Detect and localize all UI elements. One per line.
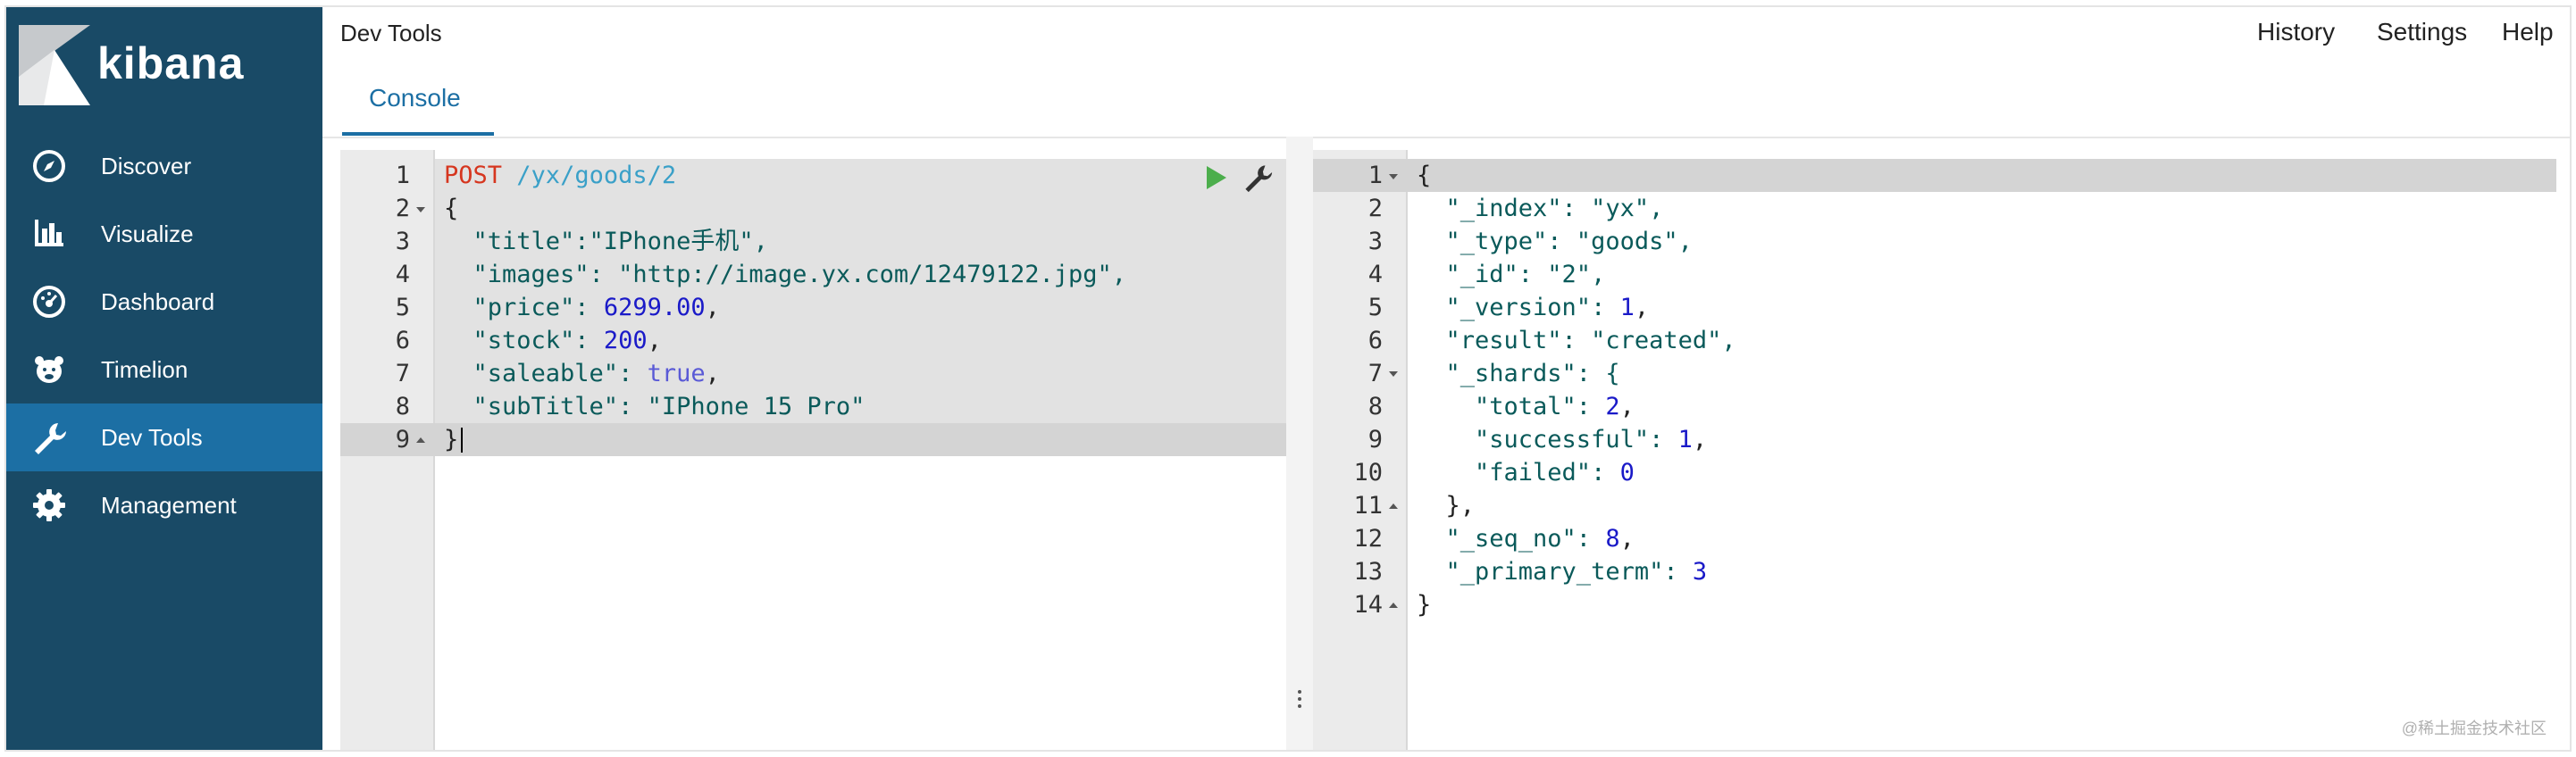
line-number: 11 [1353,492,1383,520]
request-path: /yx/goods/2 [516,162,677,189]
code-line: "stock": 200, [444,327,662,354]
gear-icon [33,489,65,521]
line-number: 12 [1353,525,1383,553]
sidebar-item-label: Timelion [101,355,188,383]
line-number: 6 [395,327,410,354]
help-link[interactable]: Help [2502,18,2554,46]
sidebar-item-label: Dev Tools [101,423,203,451]
sidebar-item-label: Visualize [101,220,194,247]
fold-down-icon[interactable] [1388,172,1399,181]
code-line: }, [1417,492,1476,520]
request-line: POST /yx/goods/2 [444,159,676,192]
line-number: 5 [1367,294,1383,321]
sidebar-item-label: Dashboard [101,287,215,315]
line-number: 1 [395,162,410,189]
code-line: "_primary_term": 3 [1417,558,1708,586]
code-line: "_seq_no": 8, [1417,525,1635,553]
line-number: 8 [395,393,410,420]
code-line: "_id": "2", [1417,261,1606,288]
history-link[interactable]: History [2257,18,2335,46]
bar-chart-icon [35,220,63,246]
line-number: 3 [1367,228,1383,255]
sidebar-item-visualize[interactable]: Visualize [6,200,322,268]
bear-icon [35,356,63,383]
line-number: 8 [1367,393,1383,420]
sidebar-item-label: Discover [101,152,192,179]
line-number: 4 [1367,261,1383,288]
code-line: "_index": "yx", [1417,195,1664,222]
code-line: "_type": "goods", [1417,228,1693,255]
line-number: 13 [1353,558,1383,586]
line-number: 2 [395,195,410,222]
sidebar: kibana Discover Visualize Dashboard Time… [6,7,322,750]
sidebar-item-management[interactable]: Management [6,471,322,539]
line-number: 7 [1367,360,1383,387]
compass-icon [33,150,65,182]
code-line: "successful": 1, [1417,426,1708,453]
fold-down-icon[interactable] [415,205,426,214]
response-viewer[interactable]: 1 2 3 4 5 6 7 8 9 10 11 12 13 14 { "_ind… [1313,150,2563,750]
code-line: "result": "created", [1417,327,1736,354]
code-line: "title":"IPhone手机", [444,228,768,255]
code-line: "failed": 0 [1417,459,1635,487]
http-method: POST [444,162,503,189]
active-line-highlight [340,423,1287,456]
sidebar-item-dashboard[interactable]: Dashboard [6,268,322,336]
tab-label: Console [369,84,461,112]
code-line: { [444,195,459,222]
brand-name[interactable]: kibana [97,37,244,89]
code-line: } [1417,591,1432,619]
line-number: 1 [1367,162,1383,189]
active-line-highlight [1313,159,2556,192]
dashboard-icon [33,286,65,318]
app-window: kibana Discover Visualize Dashboard Time… [4,5,2572,752]
kibana-logo-icon[interactable] [19,25,90,105]
top-header: Dev Tools History Settings Help Console [322,7,2570,138]
pane-resizer[interactable] [1286,137,1313,750]
sidebar-item-dev-tools[interactable]: Dev Tools [6,403,322,471]
code-line: "images": "http://image.yx.com/12479122.… [444,261,1127,288]
line-number: 6 [1367,327,1383,354]
fold-up-icon[interactable] [415,436,426,445]
fold-up-icon[interactable] [1388,502,1399,511]
fold-up-icon[interactable] [1388,601,1399,610]
code-line: "total": 2, [1417,393,1635,420]
watermark: @稀土掘金技术社区 [2401,720,2547,737]
play-icon[interactable] [1203,164,1228,191]
sidebar-item-label: Management [101,491,237,519]
sidebar-item-discover[interactable]: Discover [6,132,322,200]
settings-link[interactable]: Settings [2377,18,2467,46]
wrench-icon[interactable] [1242,162,1273,193]
code-line: "_shards": { [1417,360,1620,387]
sidebar-item-timelion[interactable]: Timelion [6,336,322,403]
line-number: 14 [1353,591,1383,619]
breadcrumb[interactable]: Dev Tools [340,20,442,47]
code-line: "saleable": true, [444,360,720,387]
fold-down-icon[interactable] [1388,370,1399,378]
line-number: 2 [1367,195,1383,222]
code-line: "price": 6299.00, [444,294,720,321]
code-line: "_version": 1, [1417,294,1650,321]
request-editor[interactable]: 1 2 3 4 5 6 7 8 9 POST /yx/goods/2 { "ti… [340,150,1287,750]
line-number: 10 [1353,459,1383,487]
line-number: 7 [395,360,410,387]
line-number: 9 [395,426,410,453]
line-number: 9 [1367,426,1383,453]
line-number: 3 [395,228,410,255]
tab-console[interactable]: Console [342,77,494,136]
wrench-icon [35,423,66,454]
line-number: 4 [395,261,410,288]
code-line: } [444,426,459,453]
code-line: "subTitle": "IPhone 15 Pro" [444,393,866,420]
code-line: { [1417,162,1432,189]
line-number: 5 [395,294,410,321]
text-cursor [461,428,463,453]
